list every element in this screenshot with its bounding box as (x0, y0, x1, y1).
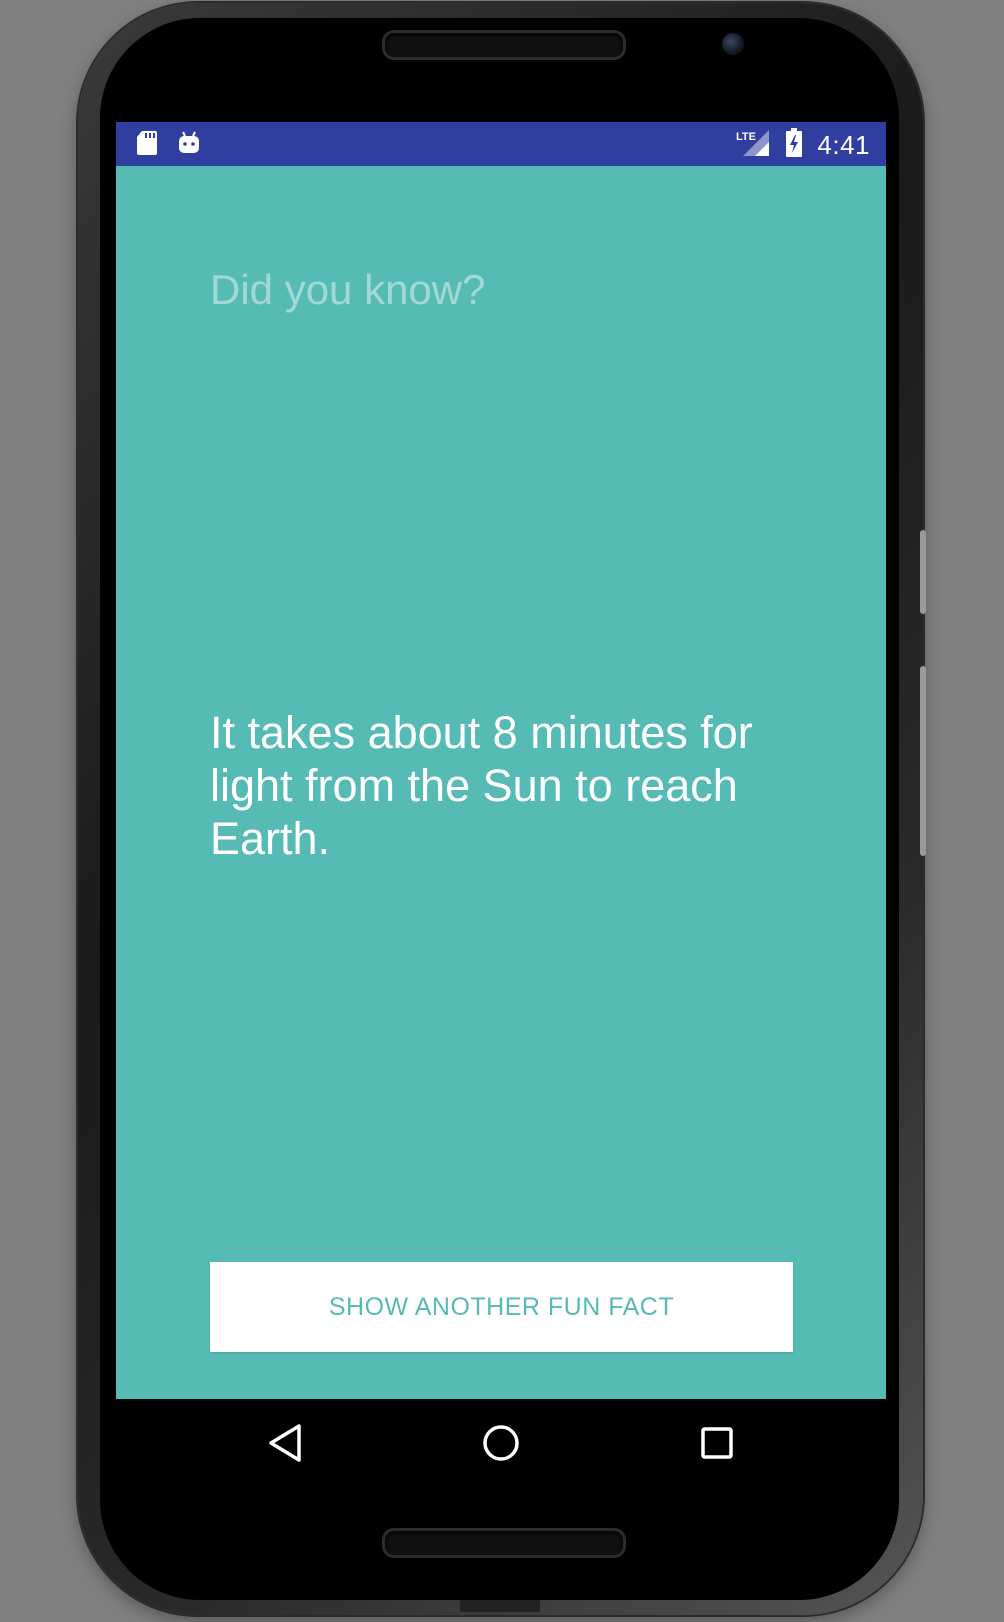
home-circle-icon (481, 1423, 521, 1467)
power-button[interactable] (920, 530, 926, 614)
recents-button[interactable] (685, 1413, 749, 1477)
status-bar: LTE 4:41 (116, 122, 886, 166)
system-icons: LTE 4:41 (735, 128, 870, 162)
front-camera (722, 33, 744, 55)
did-you-know-label: Did you know? (210, 266, 486, 313)
lte-label: LTE (736, 131, 756, 143)
back-button[interactable] (253, 1413, 317, 1477)
home-button[interactable] (469, 1413, 533, 1477)
back-triangle-icon (267, 1423, 303, 1467)
notification-icons (136, 130, 200, 160)
sd-card-icon (136, 130, 158, 160)
status-clock: 4:41 (817, 129, 870, 160)
fact-text: It takes about 8 minutes for light from … (210, 707, 753, 864)
battery-charging-icon (785, 128, 803, 162)
emulator-canvas: LTE 4:41 Did you know? It takes about 8 … (0, 0, 1004, 1622)
lte-signal-icon: LTE (735, 128, 771, 162)
fun-facts-activity: Did you know? It takes about 8 minutes f… (116, 166, 886, 1399)
show-another-fact-button[interactable]: SHOW ANOTHER FUN FACT (210, 1262, 793, 1352)
usb-port (460, 1600, 540, 1612)
device-screen: LTE 4:41 Did you know? It takes about 8 … (116, 122, 886, 1490)
navigation-bar (116, 1399, 886, 1490)
android-debug-icon (178, 131, 200, 159)
earpiece-speaker (382, 30, 626, 60)
recents-square-icon (699, 1425, 735, 1465)
volume-rocker[interactable] (920, 666, 926, 856)
bottom-speaker (382, 1528, 626, 1558)
